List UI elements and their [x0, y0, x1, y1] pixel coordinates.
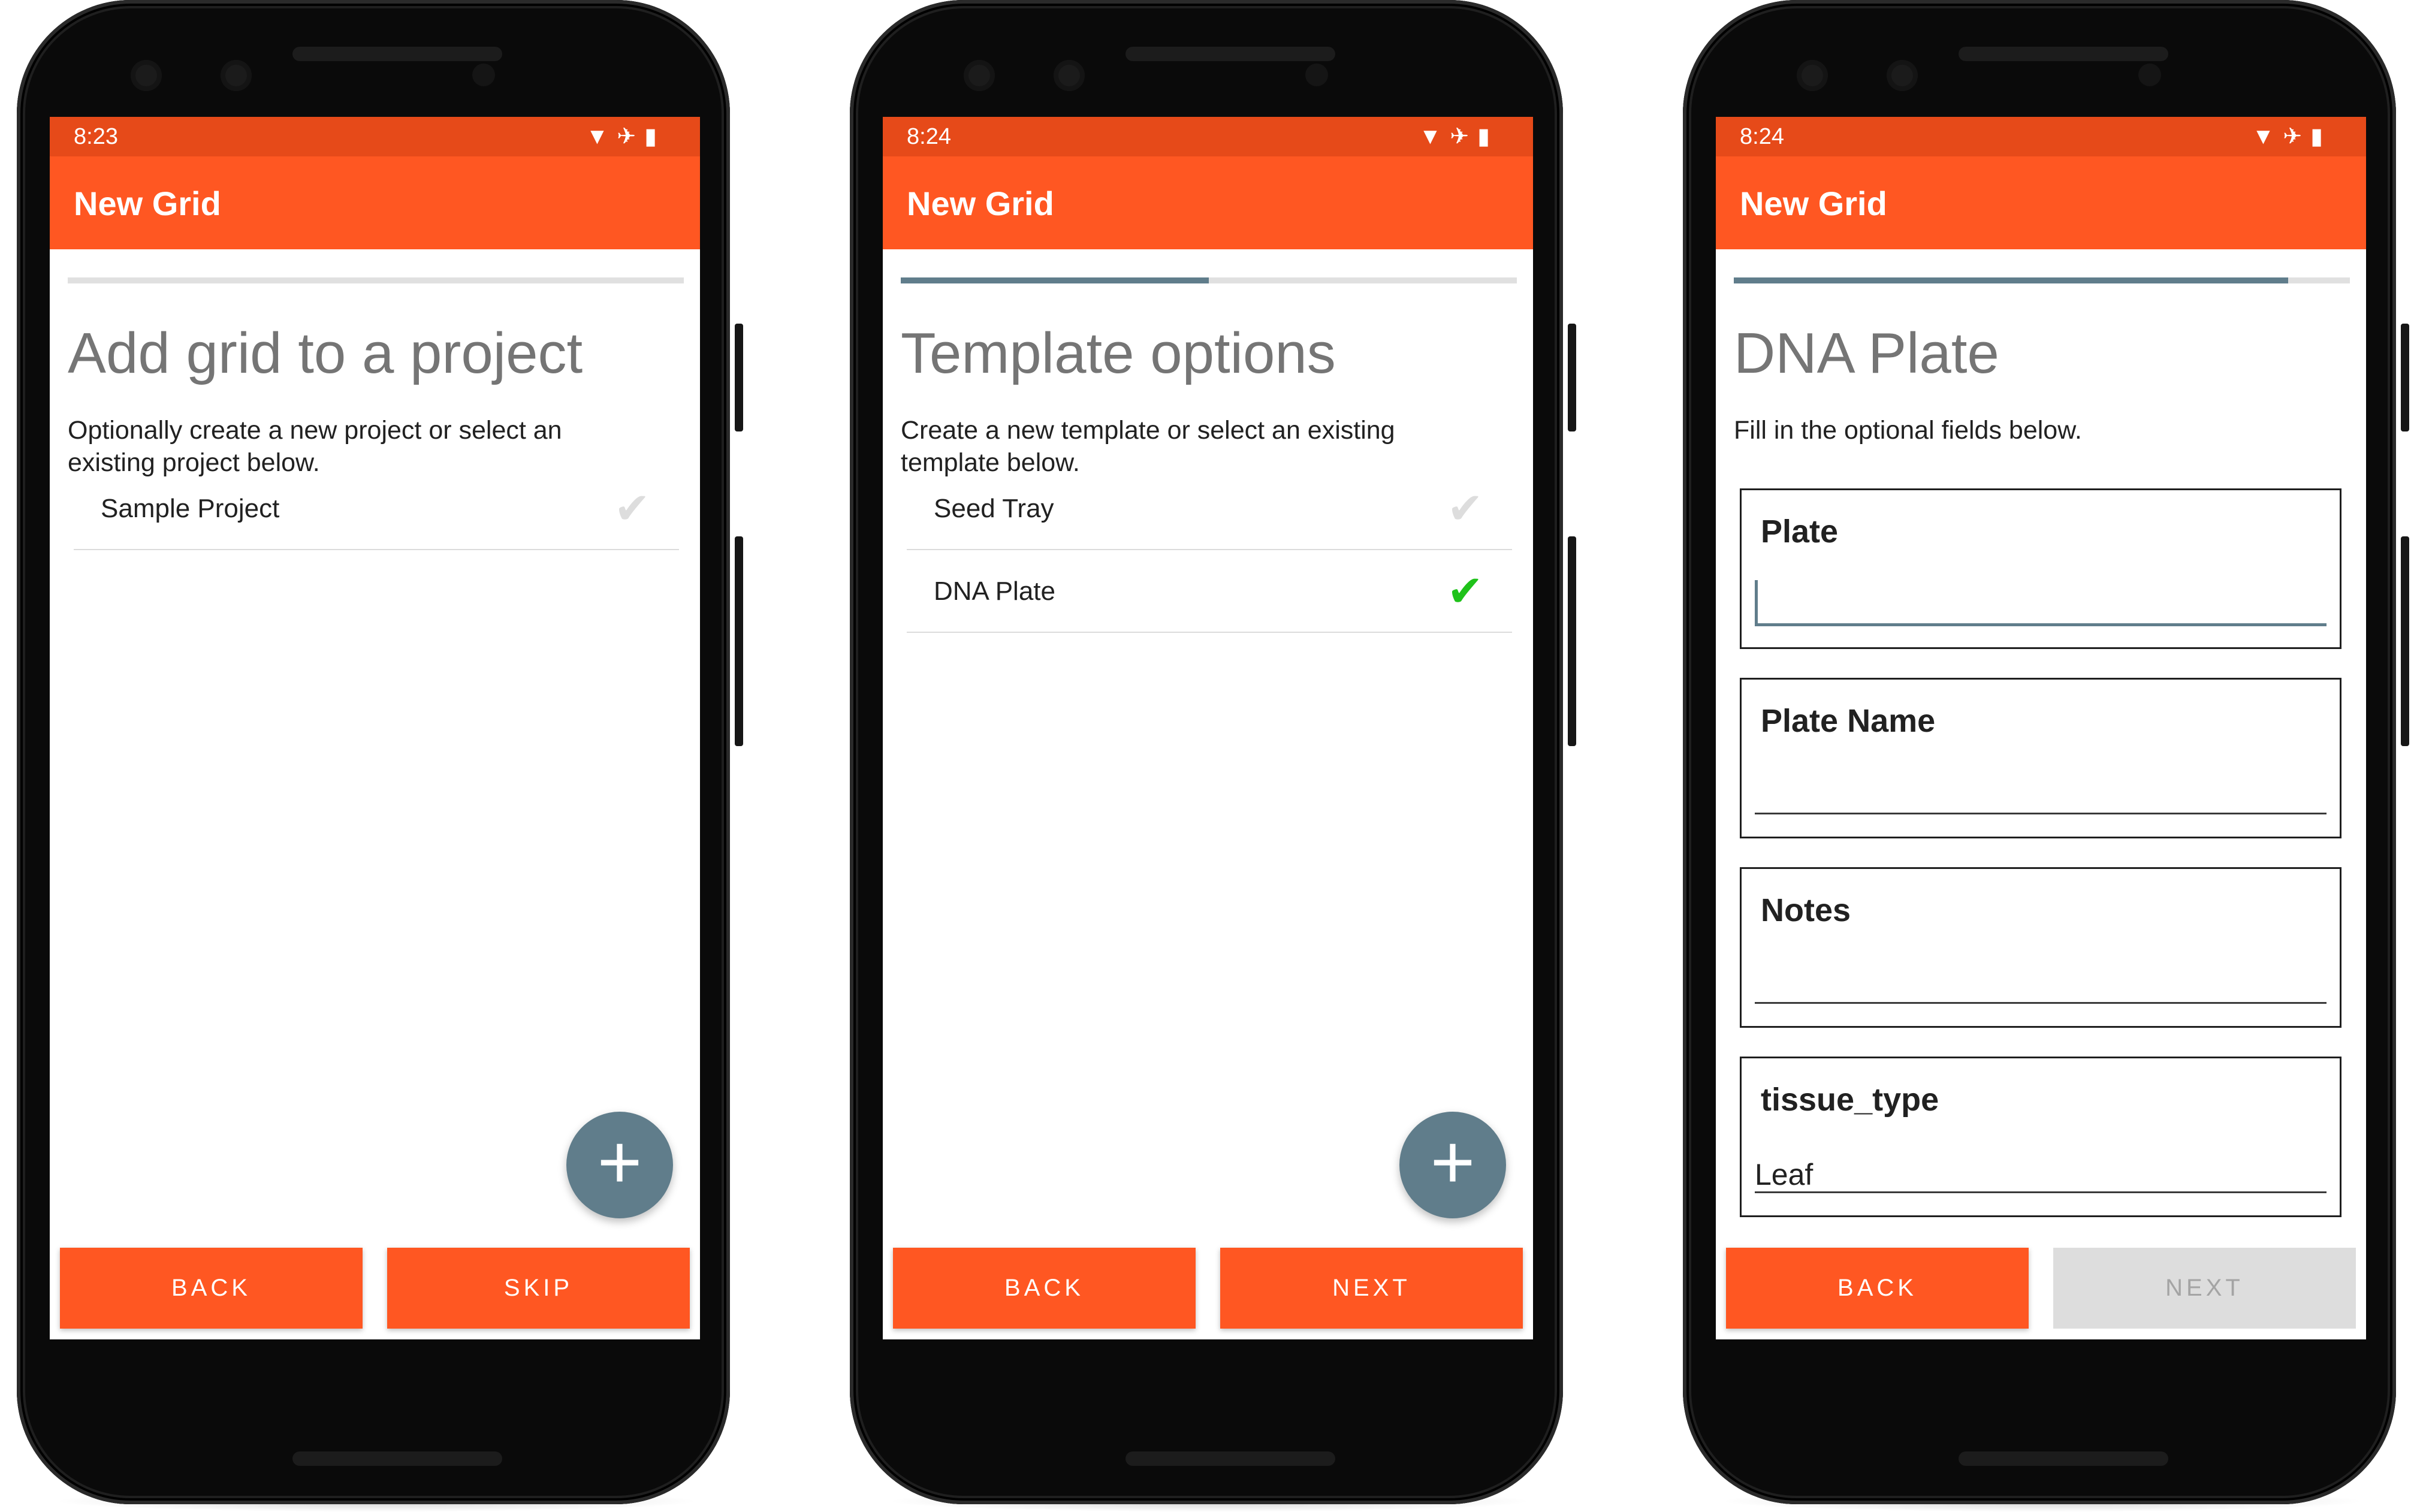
progress-fill — [1734, 277, 2289, 283]
add-icon: + — [597, 1119, 642, 1205]
page-title: DNA Plate — [1734, 321, 1999, 385]
bottom-speaker — [1125, 1451, 1335, 1466]
next-button[interactable]: NEXT — [2053, 1248, 2356, 1329]
list-item-dna-plate[interactable]: DNA Plate ✔ — [907, 550, 1512, 633]
notes-field[interactable]: Notes — [1740, 867, 2341, 1028]
front-camera — [964, 60, 995, 91]
app-title: New Grid — [907, 185, 1054, 222]
status-bar: 8:24 ▼✈▮ — [883, 117, 1533, 156]
status-time: 8:24 — [907, 124, 951, 149]
airplane-icon: ✈ — [617, 124, 645, 149]
tissue-type-field[interactable]: tissue_type Leaf — [1740, 1057, 2341, 1217]
app-bar: New Grid — [883, 156, 1533, 249]
back-button[interactable]: BACK — [1726, 1248, 2029, 1329]
battery-icon: ▮ — [1477, 124, 1498, 149]
field-underline — [1755, 813, 2327, 814]
field-underline — [1755, 623, 2327, 626]
plate-name-field[interactable]: Plate Name — [1740, 678, 2341, 838]
list-item-label: DNA Plate — [934, 577, 1055, 606]
proximity-sensor — [1305, 64, 1328, 86]
list-item-label: Seed Tray — [934, 494, 1054, 523]
battery-icon: ▮ — [2310, 124, 2331, 149]
airplane-icon: ✈ — [1450, 124, 1478, 149]
front-camera — [1797, 60, 1828, 91]
progress-bar — [68, 277, 684, 283]
airplane-icon: ✈ — [2283, 124, 2311, 149]
proximity-sensor — [472, 64, 495, 86]
earpiece-speaker — [1959, 47, 2168, 61]
app-title: New Grid — [74, 185, 221, 222]
field-value: Leaf — [1755, 1158, 1814, 1191]
screen: 8:24 ▼✈▮ New Grid Template options Creat… — [883, 117, 1533, 1339]
back-button[interactable]: BACK — [60, 1248, 363, 1329]
front-camera — [221, 60, 252, 91]
back-button[interactable]: BACK — [893, 1248, 1196, 1329]
check-icon: ✔ — [1447, 485, 1483, 533]
field-label: Plate Name — [1761, 703, 1936, 739]
project-list: Sample Project ✔ — [74, 467, 679, 550]
status-time: 8:24 — [1740, 124, 1784, 149]
skip-button[interactable]: SKIP — [387, 1248, 690, 1329]
field-label: tissue_type — [1761, 1082, 1939, 1118]
bottom-speaker — [1959, 1451, 2168, 1466]
field-underline — [1755, 1191, 2327, 1193]
app-bar: New Grid — [50, 156, 700, 249]
app-title: New Grid — [1740, 185, 1887, 222]
wifi-icon: ▼ — [2252, 124, 2283, 149]
list-item-label: Sample Project — [101, 494, 280, 523]
phone-frame-3: 8:24 ▼✈▮ New Grid DNA Plate Fill in the … — [1683, 0, 2409, 1512]
field-label: Plate — [1761, 514, 1839, 550]
power-button — [2401, 324, 2409, 431]
next-button[interactable]: NEXT — [1220, 1248, 1523, 1329]
screen: 8:24 ▼✈▮ New Grid DNA Plate Fill in the … — [1716, 117, 2366, 1339]
front-camera — [1887, 60, 1918, 91]
status-bar: 8:23 ▼✈▮ — [50, 117, 700, 156]
list-item-seed-tray[interactable]: Seed Tray ✔ — [907, 467, 1512, 550]
page-title: Add grid to a project — [68, 321, 583, 385]
check-icon: ✔ — [1447, 568, 1483, 615]
battery-icon: ▮ — [644, 124, 665, 149]
proximity-sensor — [2138, 64, 2161, 86]
progress-bar — [901, 277, 1517, 283]
template-list: Seed Tray ✔ DNA Plate ✔ — [907, 467, 1512, 633]
field-label: Notes — [1761, 892, 1851, 928]
page-description: Fill in the optional fields below. — [1734, 416, 2082, 445]
earpiece-speaker — [292, 47, 502, 61]
phone-frame-2: 8:24 ▼✈▮ New Grid Template options Creat… — [850, 0, 1576, 1512]
app-bar: New Grid — [1716, 156, 2366, 249]
power-button — [735, 324, 743, 431]
status-time: 8:23 — [74, 124, 118, 149]
phone-frame-1: 8:23 ▼✈▮ New Grid Add grid to a project … — [17, 0, 743, 1512]
volume-button — [1568, 536, 1576, 746]
text-cursor — [1755, 580, 1758, 623]
screen: 8:23 ▼✈▮ New Grid Add grid to a project … — [50, 117, 700, 1339]
front-camera — [131, 60, 162, 91]
power-button — [1568, 324, 1576, 431]
progress-fill — [901, 277, 1209, 283]
page-title: Template options — [901, 321, 1336, 385]
earpiece-speaker — [1125, 47, 1335, 61]
add-button[interactable]: + — [566, 1112, 673, 1218]
volume-button — [2401, 536, 2409, 746]
status-bar: 8:24 ▼✈▮ — [1716, 117, 2366, 156]
bottom-speaker — [292, 1451, 502, 1466]
check-icon: ✔ — [614, 485, 650, 533]
wifi-icon: ▼ — [586, 124, 617, 149]
front-camera — [1054, 60, 1085, 91]
field-underline — [1755, 1002, 2327, 1004]
add-button[interactable]: + — [1399, 1112, 1506, 1218]
progress-bar — [1734, 277, 2350, 283]
add-icon: + — [1430, 1119, 1475, 1205]
plate-field[interactable]: Plate — [1740, 488, 2341, 649]
wifi-icon: ▼ — [1419, 124, 1450, 149]
list-item-sample-project[interactable]: Sample Project ✔ — [74, 467, 679, 550]
volume-button — [735, 536, 743, 746]
